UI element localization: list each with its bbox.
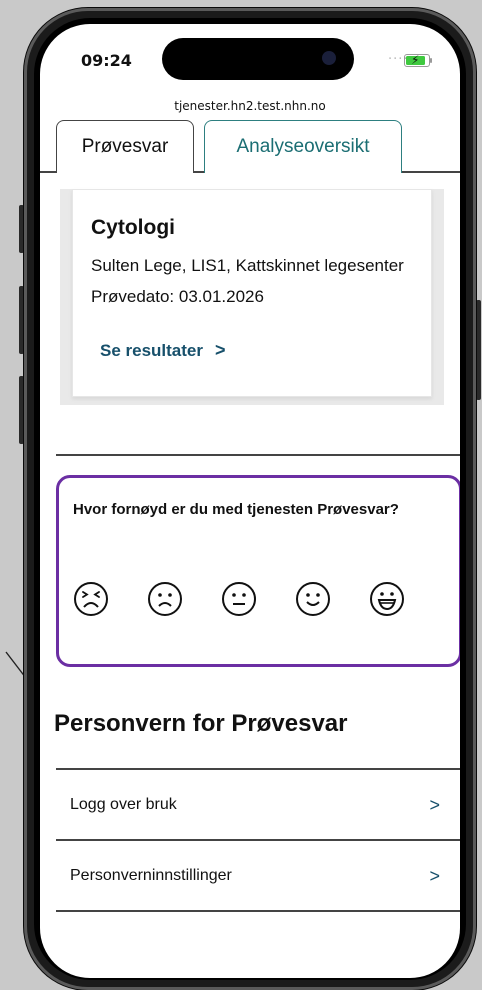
chevron-right-icon: > — [429, 794, 440, 815]
tab-analyseoversikt[interactable]: Analyseoversikt — [204, 120, 402, 173]
result-card: Cytologi Sulten Lege, LIS1, Kattskinnet … — [72, 189, 432, 397]
status-time: 09:24 — [81, 51, 132, 70]
list-divider — [56, 910, 460, 912]
usage-log-label: Logg over bruk — [70, 796, 177, 813]
very-satisfied-face-icon[interactable] — [369, 581, 405, 617]
very-dissatisfied-face-icon[interactable] — [73, 581, 109, 617]
card-practitioner: Sulten Lege, LIS1, Kattskinnet legesente… — [91, 256, 404, 275]
section-divider — [56, 454, 460, 456]
address-bar-url[interactable]: tjenester.hn2.test.nhn.no — [40, 99, 460, 113]
card-title: Cytologi — [91, 216, 175, 239]
see-results-link[interactable]: Se resultater > — [100, 340, 226, 361]
chevron-right-icon: > — [215, 340, 226, 360]
neutral-face-icon[interactable] — [221, 581, 257, 617]
tab-provesvar[interactable]: Prøvesvar — [56, 120, 194, 173]
privacy-section-title: Personvern for Prøvesvar — [54, 710, 348, 737]
phone-screen: 09:24 .... ⚡ tjenester.hn2.test.nhn.no P… — [40, 24, 460, 978]
power-button — [476, 300, 481, 400]
card-sample-date: Prøvedato: 03.01.2026 — [91, 287, 264, 306]
battery-charging-icon: ⚡ — [404, 53, 430, 67]
privacy-settings-label: Personverninnstillinger — [70, 867, 232, 884]
list-item-privacy-settings[interactable]: Personverninnstillinger > — [56, 841, 460, 911]
dissatisfied-face-icon[interactable] — [147, 581, 183, 617]
battery-tip — [430, 58, 432, 63]
feedback-box: Hvor fornøyd er du med tjenesten Prøvesv… — [56, 475, 460, 667]
dynamic-island — [162, 38, 354, 80]
satisfied-face-icon[interactable] — [295, 581, 331, 617]
feedback-question: Hvor fornøyd er du med tjenesten Prøvesv… — [73, 501, 399, 518]
list-item-usage-log[interactable]: Logg over bruk > — [56, 770, 460, 840]
camera-icon — [322, 51, 336, 65]
see-results-label: Se resultater — [100, 340, 203, 360]
chevron-right-icon: > — [429, 865, 440, 886]
